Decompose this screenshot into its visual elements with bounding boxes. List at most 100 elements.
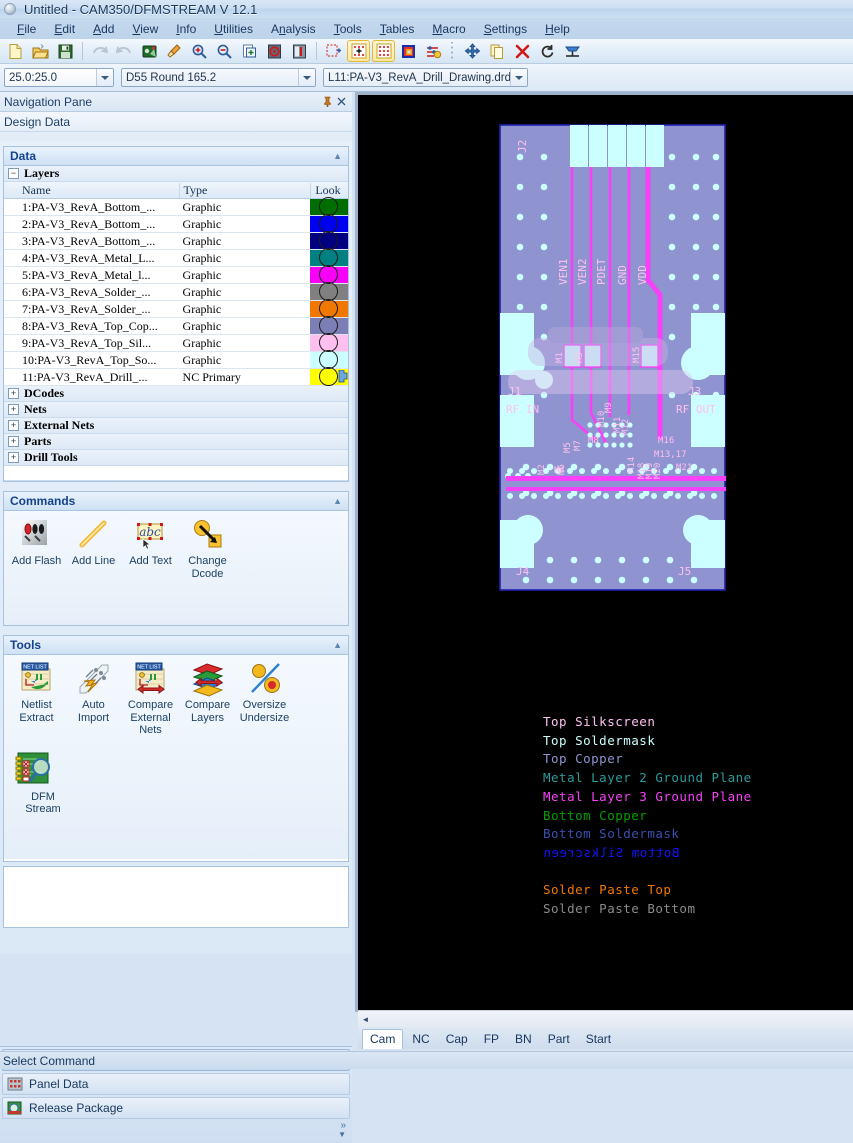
layer-look[interactable] xyxy=(310,197,349,216)
menu-info[interactable]: Info xyxy=(167,20,205,38)
save-file-icon[interactable] xyxy=(54,40,77,62)
menu-file[interactable]: File xyxy=(8,20,45,38)
layer-look[interactable] xyxy=(310,282,349,301)
chevron-down-icon[interactable]: ▼ xyxy=(338,1130,346,1139)
close-icon[interactable] xyxy=(334,95,348,109)
menu-settings[interactable]: Settings xyxy=(475,20,536,38)
tool-netlist-extract[interactable]: NET LIST Netlist Extract xyxy=(8,661,65,737)
menu-edit[interactable]: Edit xyxy=(45,20,84,38)
tool-dfm-stream[interactable]: DFM Stream xyxy=(8,749,74,816)
layer-look[interactable] xyxy=(310,231,349,250)
tree-node[interactable]: + Parts xyxy=(4,434,348,450)
layer-look[interactable] xyxy=(310,265,349,284)
expand-icon[interactable]: + xyxy=(8,404,19,415)
tree-node[interactable]: + External Nets xyxy=(4,418,348,434)
layer-row[interactable]: 6:PA-V3_RevA_Solder_... Graphic xyxy=(4,282,349,301)
layer-settings-icon[interactable] xyxy=(422,40,445,62)
tab-cap[interactable]: Cap xyxy=(439,1030,475,1049)
grid-points-icon[interactable] xyxy=(372,40,395,62)
chevron-down-icon[interactable] xyxy=(510,69,527,86)
command-add-line[interactable]: Add Line xyxy=(65,517,122,580)
redo-icon[interactable] xyxy=(113,40,136,62)
move-icon[interactable] xyxy=(461,40,484,62)
layer-color-swatch[interactable] xyxy=(310,214,349,233)
tab-fp[interactable]: FP xyxy=(477,1030,506,1049)
layer-row[interactable]: 5:PA-V3_RevA_Metal_l... Graphic xyxy=(4,265,349,284)
zoom-out-icon[interactable] xyxy=(213,40,236,62)
layer-row[interactable]: 10:PA-V3_RevA_Top_So... Graphic xyxy=(4,350,349,369)
chevron-up-icon[interactable]: ▲ xyxy=(333,151,342,161)
menu-analysis[interactable]: Analysis xyxy=(262,20,325,38)
layer-row[interactable]: 7:PA-V3_RevA_Solder_... Graphic xyxy=(4,299,349,318)
layer-color-swatch[interactable] xyxy=(310,316,349,335)
nav-button-panel-data[interactable]: Panel Data xyxy=(2,1073,350,1095)
layer-look[interactable] xyxy=(310,214,349,233)
tool-auto-import[interactable]: Auto Import xyxy=(65,661,122,737)
canvas-hscrollbar[interactable]: ◄ xyxy=(358,1010,853,1027)
command-add-text[interactable]: abc Add Text xyxy=(122,517,179,580)
rotate-icon[interactable] xyxy=(536,40,559,62)
menu-tools[interactable]: Tools xyxy=(325,20,371,38)
tab-cam[interactable]: Cam xyxy=(362,1029,404,1049)
menu-macro[interactable]: Macro xyxy=(423,20,474,38)
layer-row[interactable]: 9:PA-V3_RevA_Top_Sil... Graphic xyxy=(4,333,349,352)
dcode-combo[interactable]: D55 Round 165.2 xyxy=(121,68,316,87)
tree-node[interactable]: + Drill Tools xyxy=(4,450,348,466)
pin-icon[interactable] xyxy=(320,95,334,109)
layer-look[interactable] xyxy=(310,367,349,386)
tree-node[interactable]: + Nets xyxy=(4,402,348,418)
tool-compare-external-nets[interactable]: NET LIST Compare External Nets xyxy=(122,661,179,737)
data-group-header[interactable]: Data ▲ xyxy=(4,147,348,166)
layer-look[interactable] xyxy=(310,333,349,352)
active-layer-combo[interactable]: L11:PA-V3_RevA_Drill_Drawing.drd xyxy=(323,68,528,87)
expand-icon[interactable]: + xyxy=(8,420,19,431)
layer-color-swatch[interactable] xyxy=(310,231,349,250)
redraw-icon[interactable] xyxy=(138,40,161,62)
layer-row[interactable]: 3:PA-V3_RevA_Bottom_... Graphic xyxy=(4,231,349,250)
zoom-ratio-combo[interactable]: 25.0:25.0 xyxy=(4,68,114,87)
layer-color-swatch[interactable] xyxy=(310,197,349,216)
layer-look[interactable] xyxy=(310,248,349,267)
tool-compare-layers[interactable]: Compare Layers xyxy=(179,661,236,737)
chevron-down-icon[interactable] xyxy=(96,69,113,86)
menu-utilities[interactable]: Utilities xyxy=(205,20,262,38)
color-palette-icon[interactable] xyxy=(397,40,420,62)
layer-row[interactable]: 2:PA-V3_RevA_Bottom_... Graphic xyxy=(4,214,349,233)
collapse-icon[interactable]: − xyxy=(8,168,19,179)
expand-icon[interactable]: + xyxy=(8,436,19,447)
mirror-icon[interactable] xyxy=(561,40,584,62)
tab-bn[interactable]: BN xyxy=(508,1030,539,1049)
grid-snap-icon[interactable] xyxy=(322,40,345,62)
commands-group-header[interactable]: Commands ▲ xyxy=(4,492,348,511)
layer-color-swatch[interactable] xyxy=(310,265,349,284)
tree-node[interactable]: + DCodes xyxy=(4,386,348,402)
zoom-window-icon[interactable] xyxy=(238,40,261,62)
layer-look[interactable] xyxy=(310,350,349,369)
menu-add[interactable]: Add xyxy=(84,20,123,38)
tool-oversize-undersize[interactable]: Oversize Undersize xyxy=(236,661,293,737)
toolbar-drag-handle[interactable] xyxy=(450,42,456,60)
tab-part[interactable]: Part xyxy=(541,1030,577,1049)
open-file-icon[interactable] xyxy=(29,40,52,62)
menu-view[interactable]: View xyxy=(123,20,167,38)
layer-color-swatch[interactable] xyxy=(310,299,349,318)
chevron-down-icon[interactable] xyxy=(298,69,315,86)
tools-group-header[interactable]: Tools ▲ xyxy=(4,636,348,655)
menu-tables[interactable]: Tables xyxy=(371,20,424,38)
layer-color-swatch[interactable] xyxy=(310,350,349,369)
layer-look[interactable] xyxy=(310,299,349,318)
chevron-up-icon[interactable]: ▲ xyxy=(333,496,342,506)
layer-color-swatch[interactable] xyxy=(310,248,349,267)
layer-row[interactable]: 8:PA-V3_RevA_Top_Cop... Graphic xyxy=(4,316,349,335)
layer-look[interactable] xyxy=(310,316,349,335)
nav-button-release-package[interactable]: Release Package xyxy=(2,1097,350,1119)
nav-more-button[interactable]: » ▼ xyxy=(338,1121,346,1140)
scroll-left-arrow-icon[interactable]: ◄ xyxy=(358,1012,373,1027)
layer-color-swatch[interactable] xyxy=(310,333,349,352)
clean-icon[interactable] xyxy=(163,40,186,62)
command-change-dcode[interactable]: Change Dcode xyxy=(179,517,236,580)
tab-nc[interactable]: NC xyxy=(405,1030,436,1049)
expand-icon[interactable]: + xyxy=(8,452,19,463)
display-grid-icon[interactable] xyxy=(347,40,370,62)
command-add-flash[interactable]: Add Flash xyxy=(8,517,65,580)
